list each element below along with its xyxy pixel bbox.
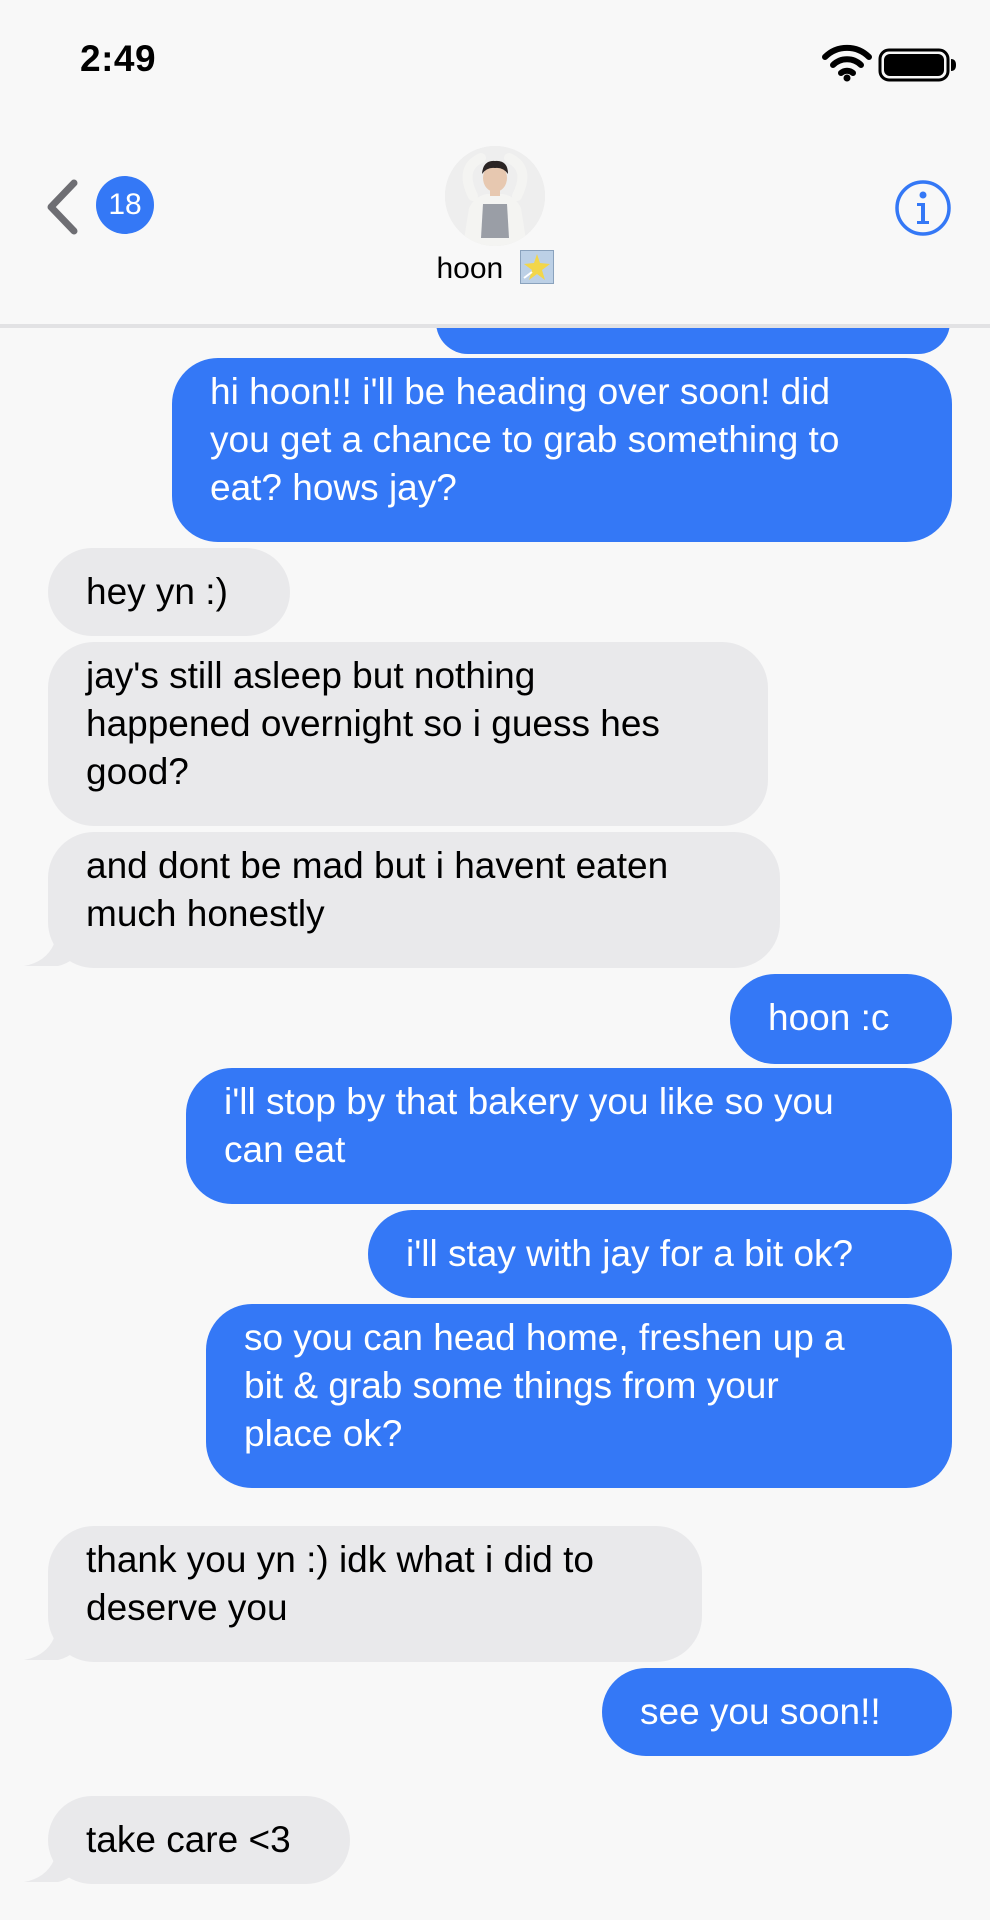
bubble-tail-icon xyxy=(24,1636,86,1660)
status-bar-time: 2:49 xyxy=(80,38,157,79)
message-text-line: i'll stay with jay for a bit ok? xyxy=(406,1233,854,1274)
message-text-line: i'll stop by that bakery you like so you xyxy=(224,1081,834,1122)
message-text-line: hey yn :) xyxy=(86,571,228,612)
message-text-line: bit & grab some things from your xyxy=(244,1365,779,1406)
message-bubble-sent[interactable]: hoon :c xyxy=(730,974,952,1064)
contact-name-row[interactable]: hoon xyxy=(0,250,990,286)
message-bubble-sent[interactable]: see you soon!! xyxy=(602,1668,952,1756)
message-text-line: can eat xyxy=(224,1129,346,1170)
message-text-line: jay's still asleep but nothing xyxy=(86,655,536,696)
message-text-line: happened overnight so i guess hes xyxy=(86,703,660,744)
contact-photo xyxy=(445,146,545,246)
message-text-line: hoon :c xyxy=(768,997,890,1038)
message-text-line: place ok? xyxy=(244,1413,403,1454)
bubble-tail-icon xyxy=(24,942,86,966)
message-text-line: deserve you xyxy=(86,1587,288,1628)
message-bubble-sent[interactable]: i'll stay with jay for a bit ok? xyxy=(368,1210,952,1298)
wifi-icon xyxy=(822,44,872,82)
message-text-line: you get a chance to grab something to xyxy=(210,419,840,460)
message-text-line: and dont be mad but i havent eaten xyxy=(86,845,669,886)
message-bubble-received[interactable]: jay's still asleep but nothing happened … xyxy=(48,642,768,826)
message-bubble-received[interactable]: thank you yn :) idk what i did to deserv… xyxy=(48,1526,702,1662)
header-divider xyxy=(0,324,990,328)
contact-avatar[interactable] xyxy=(445,146,545,246)
message-bubble-received[interactable]: hey yn :) xyxy=(48,548,290,636)
bubble-tail-icon xyxy=(24,1858,86,1882)
battery-icon xyxy=(878,48,956,82)
message-bubble-sent[interactable]: so you can head home, freshen up a bit &… xyxy=(206,1304,952,1488)
message-text-line: see you soon!! xyxy=(640,1691,881,1732)
message-text-line: thank you yn :) idk what i did to xyxy=(86,1539,594,1580)
info-icon[interactable] xyxy=(894,179,952,237)
message-bubble-sent[interactable]: hi hoon!! i'll be heading over soon! did… xyxy=(172,358,952,542)
message-text-line: so you can head home, freshen up a xyxy=(244,1317,845,1358)
message-text-line: hi hoon!! i'll be heading over soon! did xyxy=(210,371,831,412)
back-button[interactable]: 18 xyxy=(44,176,154,238)
message-text-line: eat? hows jay? xyxy=(210,467,457,508)
message-text-line: take care <3 xyxy=(86,1819,291,1860)
conversation-header: 2:49 18 hoon xyxy=(0,0,990,326)
message-text-line: much honestly xyxy=(86,893,325,934)
sparkle-star-emoji-icon xyxy=(519,250,554,284)
chevron-left-icon xyxy=(47,179,78,235)
message-bubble-sent[interactable]: i'll stop by that bakery you like so you… xyxy=(186,1068,952,1204)
message-text-line: good? xyxy=(86,751,189,792)
unread-count-badge: 18 xyxy=(96,176,154,234)
message-bubble-received[interactable]: and dont be mad but i havent eaten much … xyxy=(48,832,780,968)
contact-name: hoon xyxy=(436,252,504,285)
